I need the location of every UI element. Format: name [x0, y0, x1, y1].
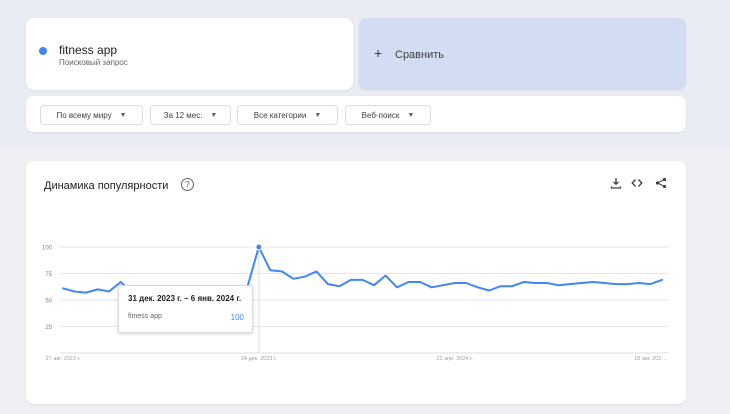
search-type-dropdown[interactable]: Веб-поиск ▼ — [345, 105, 431, 125]
compare-button[interactable]: + Сравнить — [359, 18, 686, 90]
category-dropdown[interactable]: Все категории ▼ — [237, 105, 338, 125]
caret-down-icon: ▼ — [119, 111, 127, 119]
y-tick-label: 25 — [45, 325, 52, 331]
chart-tooltip: 31 дек. 2023 г. – 6 янв. 2024 г. fitness… — [118, 285, 253, 333]
x-tick-label: 21 апр. 2024 г. — [436, 356, 473, 362]
y-tick-label: 75 — [45, 272, 52, 278]
compare-label: Сравнить — [395, 49, 445, 61]
search-term-card[interactable]: fitness app Поисковый запрос — [26, 18, 353, 90]
tooltip-value: 100 — [230, 313, 244, 322]
caret-down-icon: ▼ — [314, 111, 322, 119]
category-label: Все категории — [253, 110, 307, 120]
term-type: Поисковый запрос — [59, 58, 128, 67]
interest-over-time-card: Динамика популярности ? 100 75 50 25 27 авг.… — [26, 161, 686, 404]
filters-bar: По всему миру ▼ За 12 мес. ▼ Все категории… — [26, 96, 686, 132]
x-tick-label: 18 авг. 202… — [634, 356, 667, 362]
region-dropdown[interactable]: По всему миру ▼ — [40, 105, 143, 125]
x-tick-label: 24 дек. 2023 г. — [241, 356, 277, 362]
y-tick-label: 50 — [45, 299, 52, 305]
tooltip-term: fitness app — [128, 313, 162, 320]
search-type-label: Веб-поиск — [361, 110, 400, 120]
region-label: По всему миру — [56, 110, 112, 120]
plus-icon: + — [374, 45, 383, 61]
caret-down-icon: ▼ — [210, 111, 218, 119]
y-tick-label: 100 — [42, 246, 53, 252]
x-tick-label: 27 авг. 2023 г. — [46, 356, 81, 362]
term-name[interactable]: fitness app — [59, 43, 117, 57]
time-range-dropdown[interactable]: За 12 мес. ▼ — [150, 105, 231, 125]
tooltip-date: 31 дек. 2023 г. – 6 янв. 2024 г. — [128, 294, 242, 303]
time-range-label: За 12 мес. — [163, 110, 203, 120]
term-color-dot — [39, 47, 47, 55]
line-chart[interactable]: 100 75 50 25 27 авг. 2023 г. 24 дек. 2023 г. 2… — [26, 161, 686, 404]
caret-down-icon: ▼ — [407, 111, 415, 119]
highlight-point — [255, 243, 263, 251]
